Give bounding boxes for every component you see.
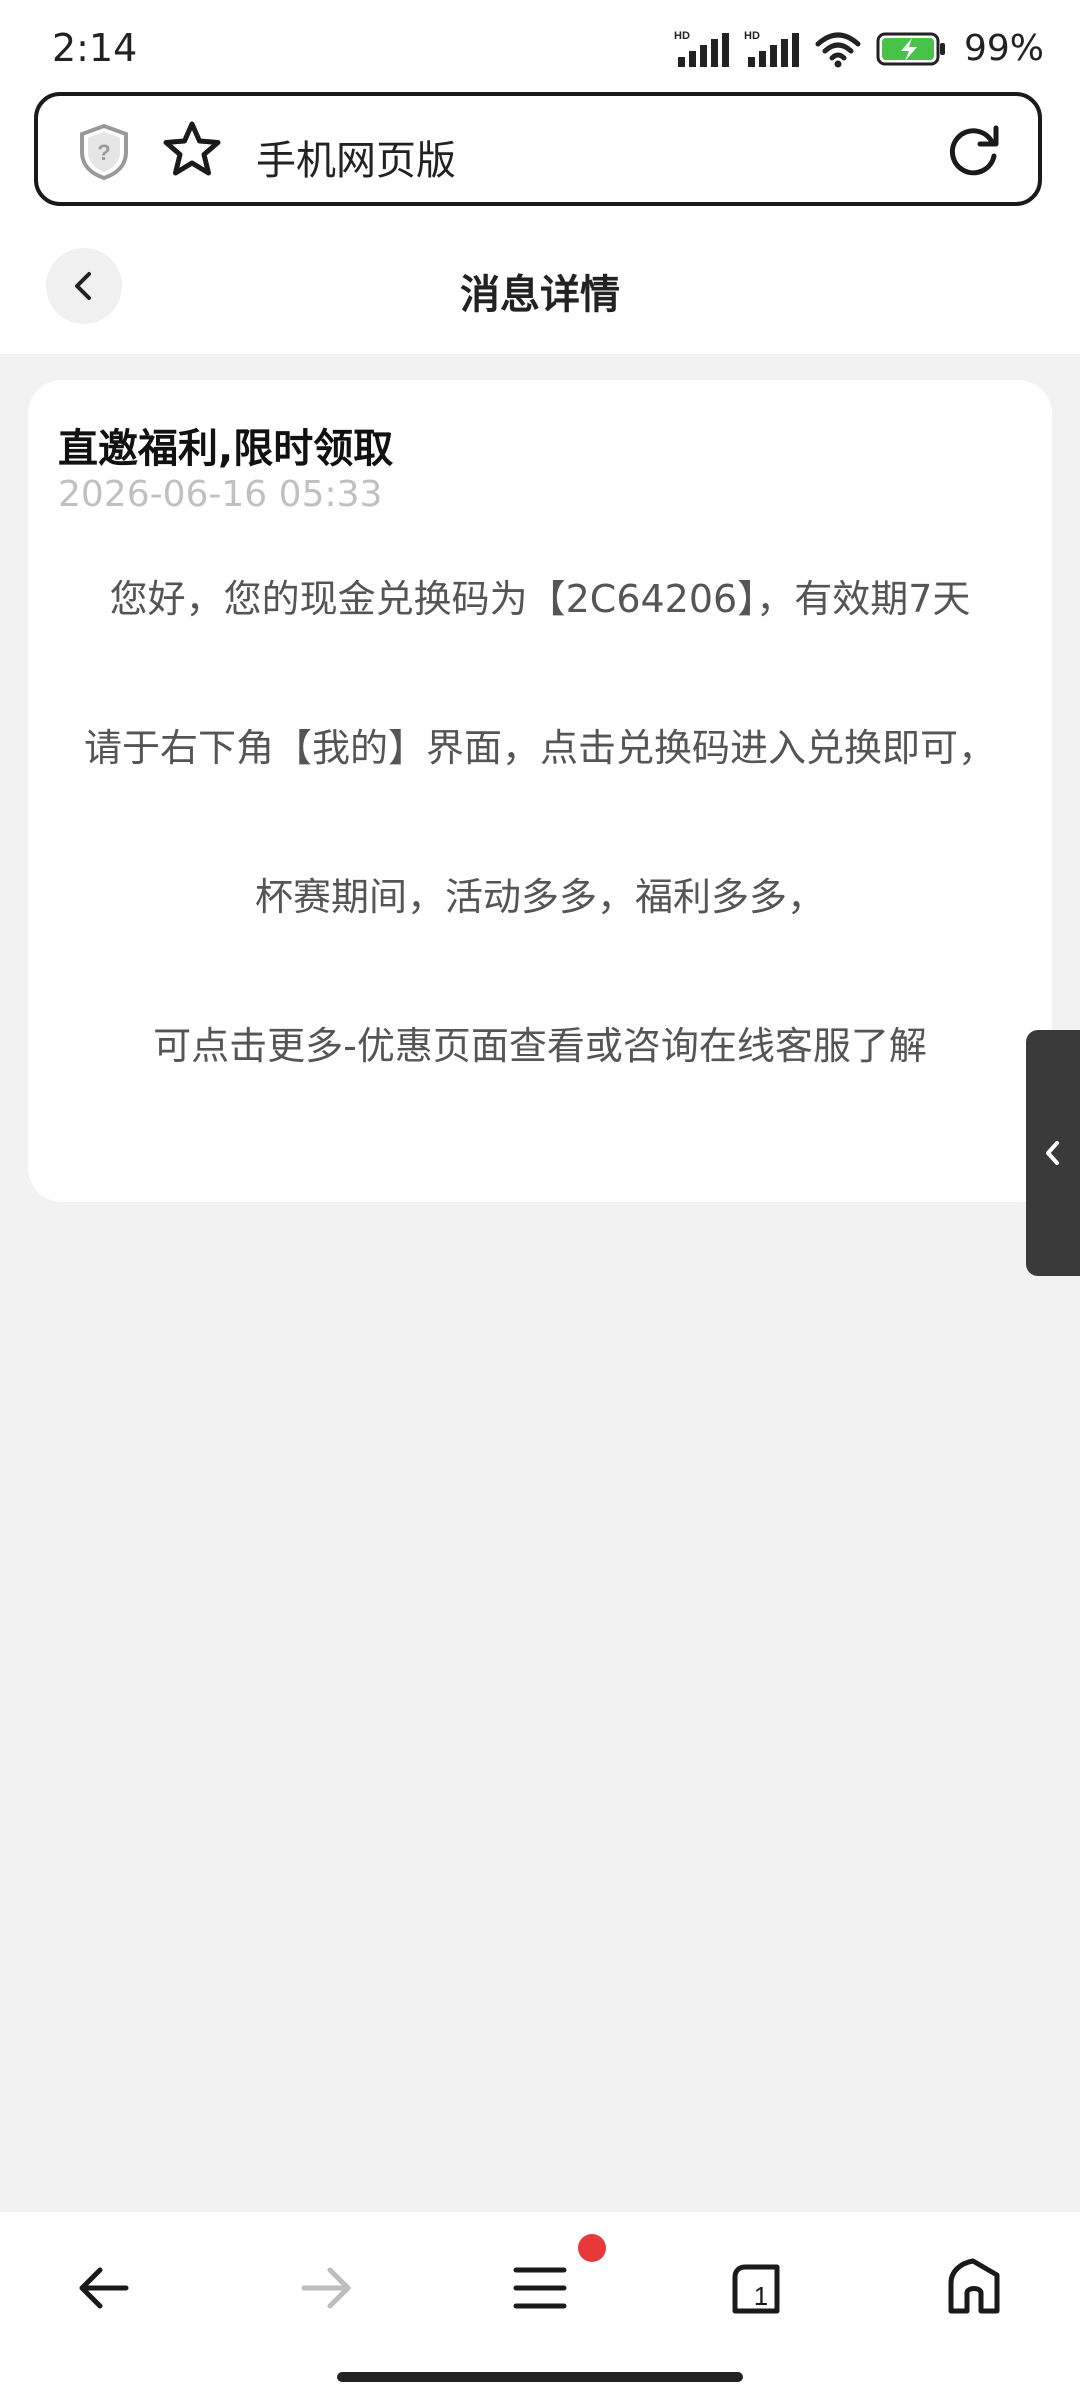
shield-question-icon[interactable]: ? [76,122,132,186]
home-indicator[interactable] [337,2372,743,2382]
page-header: 消息详情 [0,224,1080,354]
tabs-count: 1 [754,2281,768,2311]
battery-charging-icon [876,32,945,65]
message-paragraph: 请于右下角【我的】界面，点击兑换码进入兑换即可， [83,726,996,770]
home-icon[interactable] [934,2248,1014,2328]
status-time: 2:14 [52,26,138,70]
message-title: 直邀福利,限时领取 [58,426,394,472]
signal-hd-label: HD [744,30,760,42]
menu-icon[interactable] [500,2248,580,2328]
status-bar: 2:14 HD HD 99% [0,0,1080,90]
notification-badge [578,2234,606,2262]
reload-icon[interactable] [944,120,1004,184]
message-paragraph: 您好，您的现金兑换码为【2C64206】，有效期7天 [109,577,971,621]
message-card: 直邀福利,限时领取 2026-06-16 05:33 您好，您的现金兑换码为【2… [28,380,1052,1202]
battery-percent: 99% [963,28,1044,69]
message-body: 您好，您的现金兑换码为【2C64206】，有效期7天 请于右下角【我的】界面，点… [68,562,1012,1083]
tabs-icon[interactable]: 1 [716,2248,796,2328]
signal-hd-icon: HD [674,30,729,67]
url-bar[interactable]: ? 手机网页版 [34,92,1042,206]
wifi-icon [815,32,861,67]
star-icon[interactable] [160,118,224,186]
browser-toolbar: ? 手机网页版 [0,90,1080,224]
message-paragraph: 可点击更多-优惠页面查看或咨询在线客服了解 [153,1024,927,1068]
page-title: 消息详情 [460,272,620,318]
svg-text:?: ? [97,140,110,165]
chevron-left-icon [1046,1141,1059,1165]
status-icons: HD HD 99% [674,28,1044,69]
message-paragraph: 杯赛期间，活动多多，福利多多， [254,875,825,919]
bottom-nav: 1 [0,2212,1080,2400]
side-expand-tab[interactable] [1026,1030,1080,1276]
url-text[interactable]: 手机网页版 [256,128,456,186]
signal-hd-icon: HD [744,30,799,67]
back-arrow-icon[interactable] [64,2248,144,2328]
signal-hd-label: HD [674,30,690,42]
message-time: 2026-06-16 05:33 [58,474,383,515]
forward-arrow-icon[interactable] [286,2248,366,2328]
